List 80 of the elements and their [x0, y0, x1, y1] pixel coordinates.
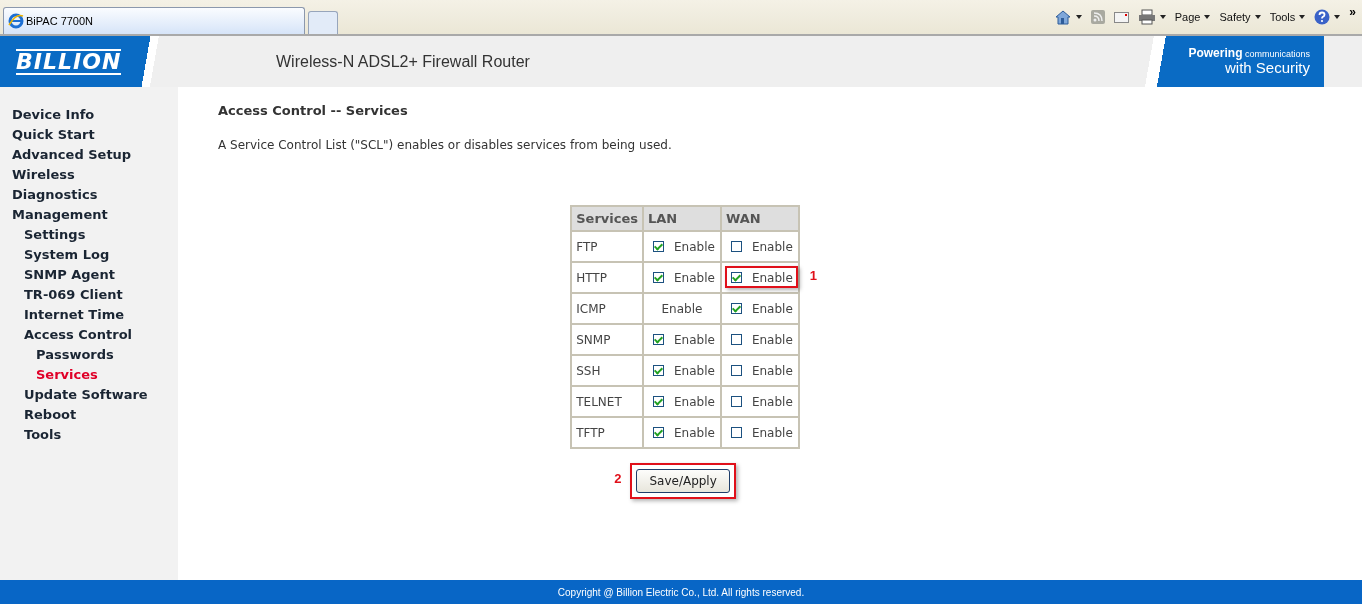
- printer-icon[interactable]: [1137, 9, 1156, 25]
- caret-icon[interactable]: [1159, 15, 1166, 19]
- table-cell: Enable: [661, 301, 703, 316]
- nav-link[interactable]: Services: [0, 365, 98, 385]
- callout-number: 1: [809, 268, 817, 283]
- mail-icon[interactable]: [1113, 11, 1129, 23]
- nav-link[interactable]: Reboot: [0, 405, 77, 425]
- nav-link[interactable]: System Log: [0, 245, 110, 265]
- column-header: LAN: [643, 206, 721, 231]
- nav-link[interactable]: TR-069 Client: [0, 285, 123, 305]
- table-cell: SSH: [571, 355, 643, 386]
- checkbox-label: Enable: [674, 394, 715, 409]
- caret-icon[interactable]: [1075, 15, 1082, 19]
- nav-link[interactable]: Management: [0, 205, 108, 225]
- nav-link[interactable]: Access Control: [0, 325, 133, 345]
- caret-icon[interactable]: [1334, 15, 1341, 19]
- product-title: Wireless-N ADSL2+ Firewall Router: [276, 52, 530, 71]
- table-cell: TFTP: [571, 417, 643, 448]
- checkbox-label: Enable: [751, 239, 793, 254]
- checkbox[interactable]: [730, 272, 742, 283]
- checkbox[interactable]: [653, 427, 664, 438]
- nav-link[interactable]: Device Info: [0, 105, 95, 125]
- nav-link[interactable]: SNMP Agent: [0, 265, 115, 285]
- toolbar-menu[interactable]: Page: [1174, 11, 1211, 23]
- checkbox-label: Enable: [751, 270, 793, 285]
- overflow-chevron[interactable]: »: [1349, 5, 1356, 19]
- caret-icon: [1299, 15, 1306, 19]
- nav-link[interactable]: Tools: [0, 425, 62, 445]
- browser-tab[interactable]: BiPAC 7700N: [3, 7, 305, 34]
- table-cell: SNMP: [571, 324, 643, 355]
- home-icon[interactable]: [1053, 9, 1072, 25]
- toolbar-menu[interactable]: Tools: [1269, 11, 1306, 23]
- checkbox[interactable]: [653, 272, 664, 283]
- page-heading: Access Control -- Services: [218, 103, 409, 118]
- nav-link[interactable]: Quick Start: [0, 125, 95, 145]
- toolbar-menu[interactable]: Safety: [1219, 11, 1261, 23]
- save-apply-button[interactable]: Save/Apply: [636, 469, 730, 493]
- checkbox[interactable]: [730, 427, 742, 438]
- tagline-text: with Security: [1224, 60, 1310, 76]
- column-header: WAN: [720, 206, 799, 231]
- help-icon[interactable]: [1314, 9, 1331, 25]
- table-cell: FTP: [571, 231, 643, 262]
- checkbox-label: Enable: [751, 332, 793, 347]
- checkbox-label: Enable: [751, 425, 793, 440]
- nav-link[interactable]: Update Software: [0, 385, 148, 405]
- caret-icon: [1254, 15, 1261, 19]
- tagline-text: Powering communications: [1188, 47, 1310, 60]
- checkbox-label: Enable: [674, 332, 715, 347]
- table-cell: ICMP: [571, 293, 643, 324]
- checkbox-label: Enable: [674, 425, 715, 440]
- checkbox[interactable]: [653, 334, 664, 345]
- checkbox-label: Enable: [674, 239, 715, 254]
- checkbox-label: Enable: [751, 301, 793, 316]
- checkbox[interactable]: [653, 365, 664, 376]
- checkbox[interactable]: [730, 365, 742, 376]
- checkbox-label: Enable: [751, 394, 793, 409]
- nav-link[interactable]: Wireless: [0, 165, 75, 185]
- checkbox-label: Enable: [751, 363, 793, 378]
- callout-number: 2: [614, 471, 622, 486]
- checkbox[interactable]: [653, 241, 664, 252]
- checkbox[interactable]: [730, 241, 742, 252]
- caret-icon: [1204, 15, 1211, 19]
- checkbox[interactable]: [730, 303, 742, 314]
- browser-logo-icon: [8, 13, 24, 29]
- table-cell: TELNET: [571, 386, 643, 417]
- nav-link[interactable]: Diagnostics: [0, 185, 98, 205]
- checkbox[interactable]: [730, 334, 742, 345]
- nav-link[interactable]: Advanced Setup: [0, 145, 132, 165]
- checkbox-label: Enable: [674, 363, 715, 378]
- checkbox[interactable]: [730, 396, 742, 407]
- nav-link[interactable]: Passwords: [0, 345, 114, 365]
- brand-logo: BILLION: [16, 48, 122, 75]
- copyright-text: Copyright @ Billion Electric Co., Ltd. All rights reserved.: [557, 586, 805, 598]
- table-cell: HTTP: [571, 262, 643, 293]
- description-text: A Service Control List ("SCL") enables or disables services from being used.: [218, 138, 673, 152]
- column-header: Services: [571, 206, 643, 231]
- checkbox[interactable]: [653, 396, 664, 407]
- nav-link[interactable]: Settings: [0, 225, 86, 245]
- nav-link[interactable]: Internet Time: [0, 305, 125, 325]
- checkbox-label: Enable: [674, 270, 715, 285]
